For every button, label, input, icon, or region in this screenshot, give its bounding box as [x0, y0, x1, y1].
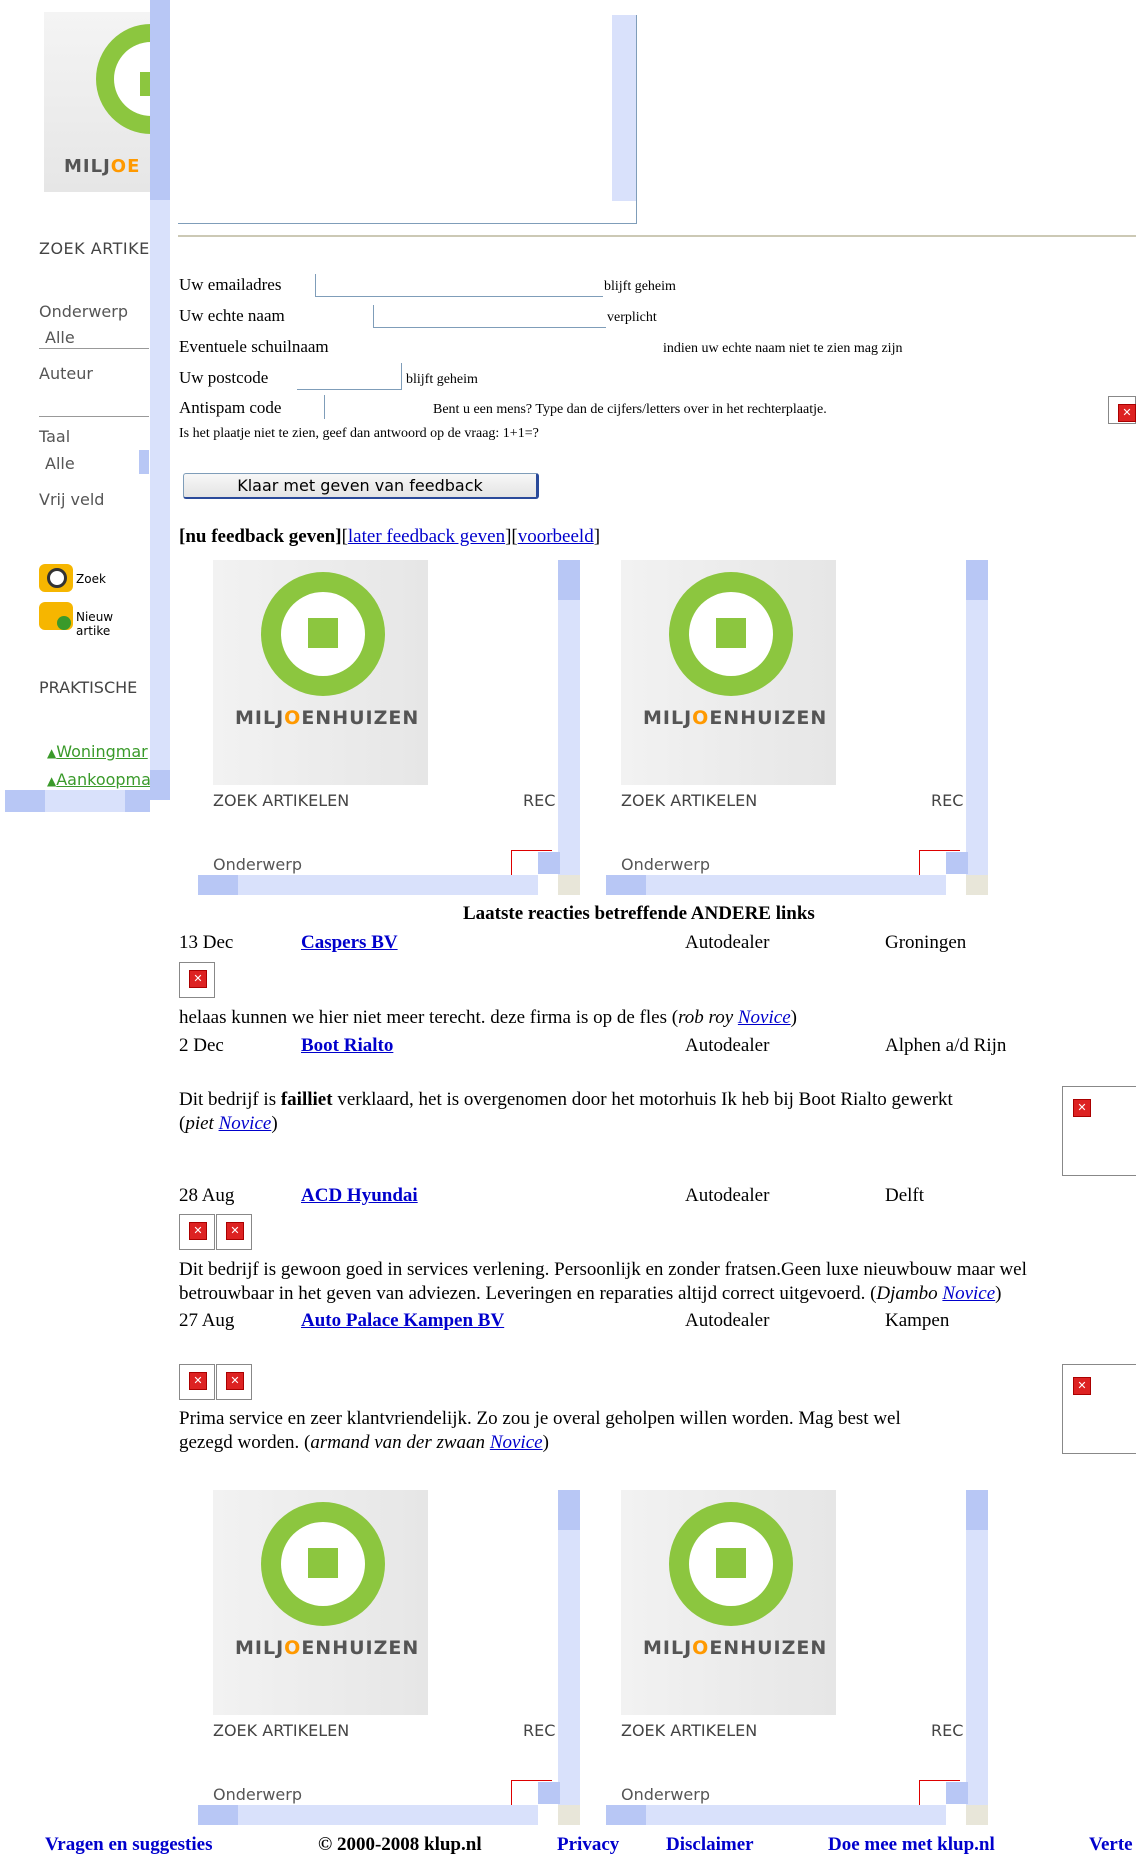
reactie-link[interactable]: Auto Palace Kampen BV: [301, 1310, 504, 1332]
sidebar-logo: MILJOE: [44, 12, 154, 192]
schuilnaam-label: Eventuele schuilnaam: [179, 337, 329, 356]
mini-zoek-label: ZOEK ARTIKELEN: [621, 791, 758, 810]
plus-icon: [57, 616, 71, 630]
submit-feedback-button[interactable]: Klaar met geven van feedback: [183, 473, 539, 499]
mini-onderwerp-label: Onderwerp: [621, 855, 710, 874]
reacties-heading: Laatste reacties betreffende ANDERE link…: [463, 903, 815, 924]
reactie-category: Autodealer: [685, 1035, 770, 1056]
later-feedback-link[interactable]: later feedback geven: [348, 526, 505, 547]
reactie-link[interactable]: Caspers BV: [301, 932, 398, 954]
mini-onderwerp-label: Onderwerp: [621, 1785, 710, 1804]
author-rank-link[interactable]: Novice: [490, 1432, 543, 1453]
schuilnaam-note: indien uw echte naam niet te zien mag zi…: [663, 341, 903, 356]
onderwerp-select[interactable]: Alle: [39, 324, 149, 349]
reactie-category: Autodealer: [685, 932, 770, 953]
footer-privacy-link[interactable]: Privacy: [557, 1834, 619, 1856]
reactie-city: Kampen: [885, 1310, 950, 1331]
reactie-city: Groningen: [885, 932, 967, 953]
postcode-note: blijft geheim: [406, 372, 478, 387]
sidebar-link-woningmarkt[interactable]: ▲Woningmar: [47, 742, 148, 761]
reactie-date: 27 Aug: [179, 1310, 235, 1331]
feedback-nav: [nu feedback geven][later feedback geven…: [179, 526, 601, 547]
footer-copyright: © 2000-2008 klup.nl: [318, 1834, 482, 1855]
rating-image: [216, 1214, 252, 1250]
sidebar: MILJOE ZOEK ARTIKE Onderwerp Alle Auteur…: [0, 0, 170, 820]
reactie-comment: Dit bedrijf is gewoon goed in services v…: [179, 1259, 1027, 1304]
vrij-veld-label: Vrij veld: [39, 490, 105, 509]
reactie-category: Autodealer: [685, 1185, 770, 1206]
house-icon: [716, 618, 746, 648]
antispam-field[interactable]: [324, 395, 431, 419]
reactie-comment: helaas kunnen we hier niet meer terecht.…: [179, 1007, 797, 1028]
sidebar-zoek-title: ZOEK ARTIKE: [39, 239, 150, 258]
sidebar-logo-text: MILJ: [64, 156, 111, 177]
auteur-input[interactable]: [39, 392, 149, 417]
reactie-side-image: [1062, 1086, 1136, 1176]
antispam-fallback: Is het plaatje niet te zien, geef dan an…: [179, 426, 539, 441]
reactie-date: 2 Dec: [179, 1035, 224, 1056]
footer-disclaimer-link[interactable]: Disclaimer: [666, 1834, 754, 1856]
taal-select[interactable]: Alle: [39, 450, 149, 474]
zoek-button[interactable]: Zoek: [39, 564, 149, 592]
horizontal-divider: [178, 235, 1136, 237]
reactie-category: Autodealer: [685, 1310, 770, 1331]
taal-label: Taal: [39, 427, 71, 446]
reactie-city: Delft: [885, 1185, 925, 1206]
embedded-frame-3[interactable]: MILJOENHUIZEN ZOEK ARTIKELEN REC Onderwe…: [198, 1490, 580, 1825]
footer-verte-link[interactable]: Verte: [1089, 1834, 1133, 1856]
schuilnaam-field[interactable]: [370, 336, 660, 358]
sidebar-link-aankoop[interactable]: ▲Aankoopma: [47, 770, 151, 789]
embedded-frame-2[interactable]: MILJOENHUIZEN ZOEK ARTIKELEN REC Onderwe…: [606, 560, 988, 895]
feedback-textarea[interactable]: [178, 15, 637, 224]
rating-image: [179, 962, 215, 998]
naam-field[interactable]: [373, 305, 606, 328]
reactie-side-image: [1062, 1364, 1136, 1454]
author-rank-link[interactable]: Novice: [219, 1113, 272, 1134]
textarea-scrollbar[interactable]: [612, 15, 636, 201]
author-rank-link[interactable]: Novice: [942, 1283, 995, 1304]
feedback-nav-current: [nu feedback geven]: [179, 526, 342, 547]
house-icon: ▲: [47, 746, 57, 760]
mini-zoek-label: ZOEK ARTIKELEN: [213, 1721, 350, 1740]
mini-onderwerp-label: Onderwerp: [213, 855, 302, 874]
embedded-frame-4[interactable]: MILJOENHUIZEN ZOEK ARTIKELEN REC Onderwe…: [606, 1490, 988, 1825]
rating-image: [179, 1364, 215, 1400]
captcha-image: [1108, 396, 1136, 424]
auteur-label: Auteur: [39, 364, 93, 383]
house-icon: ▲: [47, 774, 57, 788]
email-note: blijft geheim: [604, 279, 676, 294]
reactie-link[interactable]: Boot Rialto: [301, 1035, 393, 1057]
mini-zoek-label: ZOEK ARTIKELEN: [621, 1721, 758, 1740]
praktische-title: PRAKTISCHE: [39, 678, 138, 697]
rating-image: [216, 1364, 252, 1400]
mini-zoek-label: ZOEK ARTIKELEN: [213, 791, 350, 810]
nieuw-artikel-button[interactable]: Nieuw artike: [39, 602, 149, 638]
footer-vragen-link[interactable]: Vragen en suggesties: [45, 1834, 212, 1856]
email-label: Uw emailadres: [179, 275, 282, 294]
reactie-date: 28 Aug: [179, 1185, 235, 1206]
antispam-label: Antispam code: [179, 398, 282, 417]
email-field[interactable]: [315, 274, 603, 297]
reactie-comment: Prima service en zeer klantvriendelijk. …: [179, 1408, 901, 1453]
author-rank-link[interactable]: Novice: [738, 1007, 791, 1028]
voorbeeld-link[interactable]: voorbeeld: [518, 526, 594, 547]
reactie-link[interactable]: ACD Hyundai: [301, 1185, 418, 1207]
postcode-label: Uw postcode: [179, 368, 269, 387]
mini-onderwerp-label: Onderwerp: [213, 1785, 302, 1804]
reactie-city: Alphen a/d Rijn: [885, 1035, 1007, 1056]
house-icon: [716, 1548, 746, 1578]
antispam-note: Bent u een mens? Type dan de cijfers/let…: [433, 402, 827, 417]
house-icon: [308, 618, 338, 648]
embedded-frame-1[interactable]: MILJOENHUIZEN ZOEK ARTIKELEN REC Onderwe…: [198, 560, 580, 895]
footer-doe-mee-link[interactable]: Doe mee met klup.nl: [828, 1834, 995, 1856]
search-icon-lens: [47, 568, 67, 588]
naam-note: verplicht: [607, 310, 657, 325]
onderwerp-label: Onderwerp: [39, 302, 128, 321]
rating-image: [179, 1214, 215, 1250]
reactie-date: 13 Dec: [179, 932, 234, 953]
naam-label: Uw echte naam: [179, 306, 285, 325]
house-icon: [308, 1548, 338, 1578]
postcode-field[interactable]: [297, 363, 402, 390]
reactie-comment: Dit bedrijf is failliet verklaard, het i…: [179, 1089, 953, 1134]
